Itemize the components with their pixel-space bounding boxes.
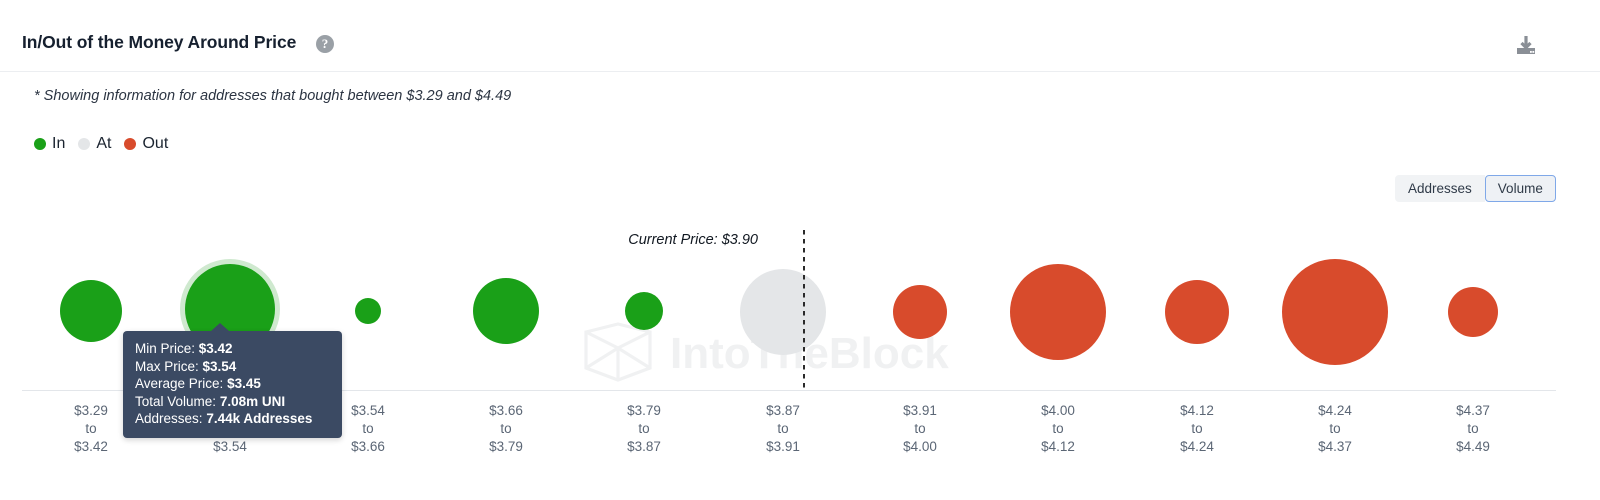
- tooltip-row: Max Price: $3.54: [135, 358, 330, 376]
- x-tick-line2: to: [1191, 421, 1203, 436]
- x-tick-line2: to: [1467, 421, 1479, 436]
- x-tick-label: $4.37 to $4.49: [1456, 402, 1490, 456]
- x-tick-label: $3.66 to $3.79: [489, 402, 523, 456]
- x-tick-line3: $3.87: [627, 439, 661, 454]
- legend-dot-out-icon: [124, 138, 137, 150]
- legend-label-out: Out: [142, 135, 169, 152]
- x-tick-label: $3.79 to $3.87: [627, 402, 661, 456]
- x-tick-label: $3.87 to $3.91: [766, 402, 800, 456]
- x-tick-line2: to: [1052, 421, 1064, 436]
- current-price-line: [803, 230, 805, 390]
- x-tick-line2: to: [777, 421, 789, 436]
- tooltip-row-label: Total Volume:: [135, 393, 217, 409]
- x-tick-line2: to: [1329, 421, 1341, 436]
- x-tick-line1: $4.37: [1456, 403, 1490, 418]
- question-mark-circle-icon[interactable]: ?: [316, 35, 334, 53]
- x-tick-line2: to: [914, 421, 926, 436]
- bubble-in[interactable]: [355, 298, 381, 324]
- x-tick-label: $3.29 to $3.42: [74, 402, 108, 456]
- x-tick-line3: $4.12: [1041, 439, 1075, 454]
- x-tick-line1: $4.24: [1318, 403, 1352, 418]
- legend-label-at: At: [96, 135, 112, 152]
- x-tick-label: $4.24 to $4.37: [1318, 402, 1352, 456]
- toggle-volume-button[interactable]: Volume: [1484, 175, 1556, 202]
- x-tick-line3: $3.79: [489, 439, 523, 454]
- x-tick-label: $4.00 to $4.12: [1041, 402, 1075, 456]
- legend-item-in[interactable]: In: [34, 135, 65, 153]
- info-note: * Showing information for addresses that…: [34, 88, 512, 104]
- tooltip-row: Addresses: 7.44k Addresses: [135, 410, 330, 428]
- page-title: In/Out of the Money Around Price: [22, 32, 297, 52]
- x-tick-line3: $3.91: [766, 439, 800, 454]
- x-tick-line3: $3.54: [213, 439, 247, 454]
- tooltip-row-value: $3.45: [227, 376, 261, 391]
- current-price-label: Current Price: $3.90: [628, 232, 758, 248]
- x-tick-line1: $3.79: [627, 403, 661, 418]
- legend-label-in: In: [52, 135, 66, 152]
- x-tick-line2: to: [500, 421, 512, 436]
- bubble-out[interactable]: [893, 285, 947, 339]
- bubble-tooltip: Min Price: $3.42 Max Price: $3.54 Average …: [123, 323, 342, 438]
- bubble-in[interactable]: [60, 280, 122, 342]
- x-tick-line1: $3.29: [74, 403, 108, 418]
- x-tick-line1: $3.66: [489, 403, 523, 418]
- x-tick-label: $4.12 to $4.24: [1180, 402, 1214, 456]
- x-tick-line3: $3.66: [351, 439, 385, 454]
- x-tick-line1: $3.54: [351, 403, 385, 418]
- x-tick-line3: $4.24: [1180, 439, 1214, 454]
- tooltip-row-label: Average Price:: [135, 376, 224, 391]
- chart-card: In/Out of the Money Around Price ? * Sho…: [0, 0, 1600, 500]
- tooltip-row-value: 7.08m UNI: [219, 393, 286, 409]
- tooltip-row-value: $3.54: [202, 358, 237, 374]
- bubble-in[interactable]: [625, 292, 663, 330]
- x-tick-line3: $4.37: [1318, 439, 1352, 454]
- x-tick-line1: $3.87: [766, 403, 800, 418]
- bubble-out[interactable]: [1165, 280, 1229, 344]
- legend-dot-at-icon: [78, 138, 91, 150]
- legend: In At Out: [34, 133, 168, 155]
- legend-item-out[interactable]: Out: [124, 135, 168, 153]
- x-tick-line1: $4.00: [1041, 403, 1075, 418]
- x-tick-label: $3.54 to $3.66: [351, 402, 385, 456]
- bubble-in[interactable]: [473, 278, 539, 344]
- download-icon[interactable]: [1512, 32, 1540, 60]
- tooltip-arrow: [211, 323, 229, 331]
- legend-dot-in-icon: [34, 138, 46, 150]
- x-tick-label: $3.91 to $4.00: [903, 402, 937, 456]
- tooltip-row-label: Min Price:: [135, 341, 196, 356]
- x-tick-line1: $4.12: [1180, 403, 1214, 418]
- tooltip-row-value: 7.44k Addresses: [206, 411, 313, 426]
- tooltip-row-label: Max Price:: [135, 358, 199, 374]
- x-tick-line2: to: [85, 421, 97, 436]
- x-tick-line2: to: [362, 421, 374, 436]
- x-tick-line3: $3.42: [74, 439, 108, 454]
- bubble-at[interactable]: [740, 269, 826, 355]
- x-tick-line1: $3.91: [903, 403, 937, 418]
- tooltip-row-label: Addresses:: [135, 411, 203, 426]
- tooltip-row-value: $3.42: [198, 341, 233, 356]
- toggle-addresses-button[interactable]: Addresses: [1395, 175, 1485, 202]
- x-tick-line3: $4.49: [1456, 439, 1490, 454]
- card-header: In/Out of the Money Around Price ?: [0, 6, 1600, 72]
- x-tick-line3: $4.00: [903, 439, 937, 454]
- bubble-out[interactable]: [1010, 264, 1106, 360]
- x-tick-line2: to: [638, 421, 650, 436]
- bubble-out[interactable]: [1282, 259, 1388, 365]
- bubble-out[interactable]: [1448, 287, 1498, 337]
- tooltip-row: Min Price: $3.42: [135, 340, 330, 358]
- tooltip-row: Average Price: $3.45: [135, 375, 330, 393]
- metric-toggle-group: Addresses Volume: [1395, 175, 1556, 202]
- legend-item-at[interactable]: At: [78, 135, 111, 153]
- tooltip-row: Total Volume: 7.08m UNI: [135, 393, 330, 411]
